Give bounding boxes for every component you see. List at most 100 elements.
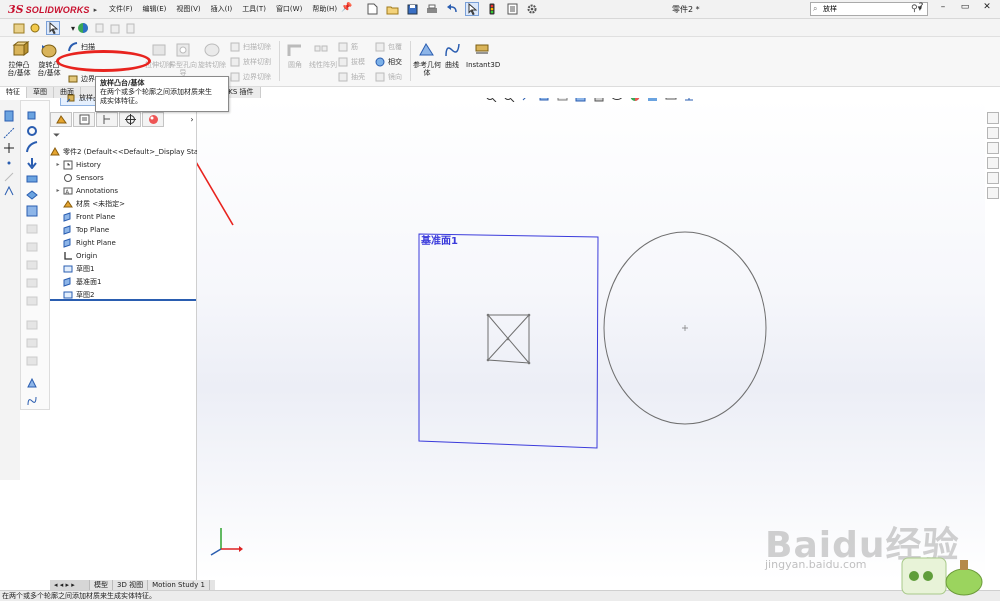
search-input[interactable]: [823, 5, 911, 13]
gray-tool-icon-7[interactable]: [26, 337, 40, 349]
tree-item[interactable]: Front Plane: [50, 210, 197, 223]
wrap-button[interactable]: 包覆: [375, 41, 402, 53]
tree-item[interactable]: Right Plane: [50, 236, 197, 249]
search-box[interactable]: ⌕ ⚲▾: [810, 2, 928, 16]
intersect-button[interactable]: 相交: [375, 56, 402, 68]
reference-geometry-small-icon[interactable]: [26, 377, 40, 389]
appearances-scenes-icon[interactable]: [986, 172, 999, 184]
plane-small-icon[interactable]: [26, 205, 40, 217]
tree-item[interactable]: Sensors: [50, 171, 197, 184]
tab-motion-study[interactable]: Motion Study 1: [148, 580, 210, 590]
help-button[interactable]: ?: [914, 2, 928, 12]
custom-properties-icon[interactable]: [986, 187, 999, 199]
line-tool-icon[interactable]: [3, 127, 16, 139]
tree-item[interactable]: 材质 <未指定>: [50, 197, 197, 210]
expand-arrow-icon[interactable]: ▸: [54, 161, 62, 168]
tree-root[interactable]: 零件2 (Default<<Default>_Display Sta: [50, 145, 198, 158]
new-document-icon[interactable]: [365, 2, 379, 16]
gray-tool-icon-3[interactable]: [26, 259, 40, 271]
print-icon[interactable]: [425, 2, 439, 16]
select-icon[interactable]: [46, 21, 60, 35]
view-orientation-icon[interactable]: [575, 98, 587, 102]
options-gear-icon[interactable]: [525, 2, 539, 16]
menu-insert[interactable]: 插入(I): [208, 3, 236, 15]
appearance-icon[interactable]: [76, 21, 90, 35]
feature-manager-tab-icon[interactable]: [50, 112, 72, 127]
tab-features[interactable]: 特征: [0, 87, 27, 98]
shell-button[interactable]: 抽壳: [338, 71, 365, 83]
save-icon[interactable]: [405, 2, 419, 16]
tree-item[interactable]: Top Plane: [50, 223, 197, 236]
menu-help[interactable]: 帮助(H): [309, 3, 340, 15]
menu-edit[interactable]: 编辑(E): [140, 3, 170, 15]
close-button[interactable]: ✕: [980, 2, 994, 12]
display-manager-tab-icon[interactable]: [142, 112, 164, 127]
gray-tool-icon-5[interactable]: [26, 295, 40, 307]
extrude-boss-button[interactable]: 拉伸凸台/基体: [4, 41, 34, 77]
dimxpert-tab-icon[interactable]: [119, 112, 141, 127]
viewport-tile-button[interactable]: ⧉: [923, 98, 929, 101]
curve-small-icon[interactable]: [26, 395, 40, 407]
tab-3d-view[interactable]: 3D 视图: [113, 580, 149, 590]
sketch2-circle[interactable]: [603, 231, 767, 425]
previous-view-icon[interactable]: [521, 98, 533, 102]
section-view-icon[interactable]: [539, 98, 551, 102]
reference-geometry-button[interactable]: 参考几何体: [413, 41, 441, 77]
open-icon[interactable]: [385, 2, 399, 16]
sweep-cut-button[interactable]: 扫描切除: [230, 41, 271, 53]
view-settings-icon[interactable]: [665, 98, 677, 102]
loft-cut-button[interactable]: 放样切割: [230, 56, 271, 68]
boundary-cut-button[interactable]: 边界切除: [230, 71, 271, 83]
gray-tool-icon-6[interactable]: [26, 319, 40, 331]
extrude-small-icon[interactable]: [26, 109, 40, 121]
dot-icon[interactable]: [3, 157, 16, 169]
view-palette-icon[interactable]: [986, 157, 999, 169]
display-style-icon[interactable]: [593, 98, 605, 102]
tab-sketch[interactable]: 草图: [27, 87, 54, 98]
zoom-to-area-icon[interactable]: [503, 98, 515, 102]
coordinate-origin-icon[interactable]: [683, 98, 695, 102]
solidworks-logo[interactable]: 3S SOLIDWORKS ▸: [8, 2, 97, 17]
zoom-to-fit-icon[interactable]: [485, 98, 497, 102]
expand-arrow-icon[interactable]: ▸: [54, 187, 62, 194]
pin-icon[interactable]: 📌: [341, 3, 352, 13]
sketch1-square[interactable]: [486, 313, 531, 365]
rollback-bar[interactable]: [50, 299, 196, 301]
copy-icon[interactable]: [93, 21, 107, 35]
edit-appearance-icon[interactable]: [629, 98, 641, 102]
gray-tool-icon-4[interactable]: [26, 277, 40, 289]
gray-tool-icon-2[interactable]: [26, 241, 40, 253]
revolve-small-icon[interactable]: [26, 125, 40, 137]
draft-button[interactable]: 拔模: [338, 56, 365, 68]
datum-plane-outline[interactable]: [418, 233, 599, 449]
rebuild-icon[interactable]: [28, 21, 42, 35]
sketch-plane-icon[interactable]: [3, 110, 16, 122]
select-cursor-icon[interactable]: [465, 2, 479, 16]
graphics-viewport[interactable]: 基准面1 ⧉ – ▭ ✕: [197, 98, 985, 580]
tab-nav-arrows[interactable]: ◂ ◂ ▸ ▸: [50, 580, 90, 590]
minimize-button[interactable]: –: [936, 2, 950, 12]
wrap-small-icon[interactable]: [26, 189, 40, 201]
configuration-manager-tab-icon[interactable]: [96, 112, 118, 127]
hide-show-items-icon[interactable]: [611, 98, 623, 102]
tree-item[interactable]: ▸ A Annotations: [50, 184, 197, 197]
tree-item[interactable]: ▸ History: [50, 158, 197, 171]
revolve-cut-button[interactable]: 旋转切除: [197, 41, 227, 69]
file-explorer-icon[interactable]: [986, 142, 999, 154]
gray-tool-icon-1[interactable]: [26, 223, 40, 235]
menu-expand-icon[interactable]: ▸: [94, 6, 98, 14]
disabled-tool-icon[interactable]: [3, 171, 16, 183]
viewport-restore-button[interactable]: ▭: [947, 98, 955, 101]
panel-tabs-scroll-icon[interactable]: ›: [187, 112, 197, 127]
apply-scene-icon[interactable]: [647, 98, 659, 102]
hole-wizard-button[interactable]: 异型孔向导: [168, 41, 198, 77]
tree-item[interactable]: 草图1: [50, 262, 197, 275]
tab-model[interactable]: 模型: [90, 580, 113, 590]
rib-button[interactable]: 筋: [338, 41, 358, 53]
tree-item[interactable]: Origin: [50, 249, 197, 262]
paste-icon[interactable]: [108, 21, 122, 35]
property-manager-tab-icon[interactable]: [73, 112, 95, 127]
filter-icon[interactable]: ⏷: [53, 131, 60, 141]
dynamic-annotation-icon[interactable]: [557, 98, 569, 102]
menu-view[interactable]: 视图(V): [173, 3, 203, 15]
